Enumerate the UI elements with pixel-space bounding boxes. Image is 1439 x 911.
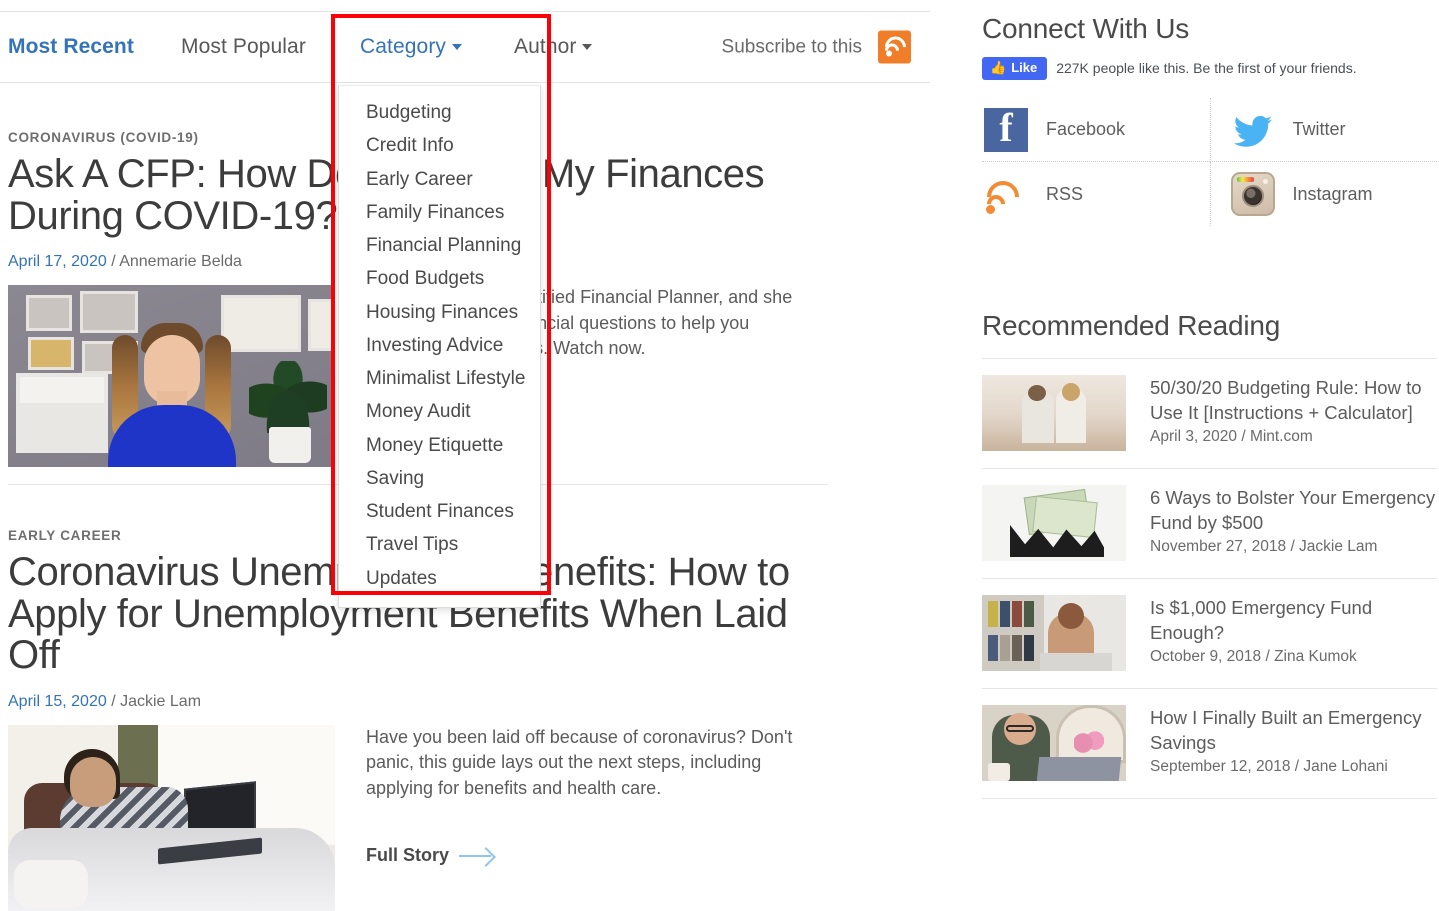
tab-category[interactable]: Category [360,35,463,59]
article-filter-nav: Most Recent Most Popular Category Author… [0,11,930,83]
subscribe-label: Subscribe to this [721,36,862,57]
recommended-headline[interactable]: 6 Ways to Bolster Your Emergency Fund by… [1150,486,1437,535]
category-dropdown-menu[interactable]: Budgeting Credit Info Early Career Famil… [338,85,541,608]
recommended-reading-title: Recommended Reading [982,310,1281,341]
social-link-rss[interactable]: RSS [980,162,1210,226]
social-label-facebook: Facebook [1046,119,1126,139]
recommended-headline[interactable]: Is $1,000 Emergency Fund Enough? [1150,596,1437,645]
full-story-label: Full Story [366,845,450,866]
article-thumbnail[interactable] [8,285,335,468]
facebook-icon [984,104,1028,152]
recommended-meta: October 9, 2018 / Zina Kumok [1150,648,1357,666]
menu-item-travel-tips[interactable]: Travel Tips [339,528,540,561]
tab-most-recent[interactable]: Most Recent [8,35,134,59]
menu-item-early-career[interactable]: Early Career [339,163,540,196]
menu-item-updates[interactable]: Updates [339,562,540,595]
recommended-meta: April 3, 2020 / Mint.com [1150,428,1313,446]
recommended-thumbnail [982,705,1126,781]
article-date[interactable]: April 15, 2020 [8,693,107,710]
article-date[interactable]: April 17, 2020 [8,253,107,270]
facebook-like-count-text: 227K people like this. Be the first of y… [1056,60,1357,77]
rss-icon [980,172,1028,220]
tab-category-label: Category [360,35,447,58]
recommended-headline[interactable]: 50/30/20 Budgeting Rule: How to Use It [… [1150,376,1437,425]
tab-most-recent-label: Most Recent [8,35,134,58]
right-sidebar: Connect With Us 👍 Like 227K people like … [980,0,1439,911]
article-byline: April 15, 2020 / Jackie Lam [8,693,828,711]
article-author[interactable]: Annemarie Belda [119,253,242,270]
facebook-like-button[interactable]: 👍 Like [982,57,1048,80]
list-item[interactable]: 6 Ways to Bolster Your Emergency Fund by… [982,468,1437,578]
chevron-down-icon [582,44,593,50]
menu-item-food-budgets[interactable]: Food Budgets [339,262,540,295]
recommended-thumbnail [982,595,1126,671]
article-author[interactable]: Jackie Lam [120,693,201,710]
recommended-reading-list: 50/30/20 Budgeting Rule: How to Use It [… [982,358,1437,799]
tab-author-label: Author [514,35,577,58]
social-link-instagram[interactable]: Instagram [1209,162,1438,226]
menu-item-budgeting[interactable]: Budgeting [339,96,540,129]
recommended-meta: September 12, 2018 / Jane Lohani [1150,758,1388,776]
menu-item-housing-finances[interactable]: Housing Finances [339,296,540,329]
article-image [8,285,335,468]
menu-item-financial-planning[interactable]: Financial Planning [339,229,540,262]
facebook-like-label: Like [1011,60,1038,75]
byline-separator: / [111,253,116,271]
arrow-right-icon [459,848,493,864]
tab-most-popular[interactable]: Most Popular [181,35,306,59]
social-label-rss: RSS [1046,183,1084,204]
main-content-column: Most Recent Most Popular Category Author… [0,0,930,911]
recommended-meta: November 27, 2018 / Jackie Lam [1150,538,1378,556]
menu-item-family-finances[interactable]: Family Finances [339,196,540,229]
article-thumbnail[interactable] [8,724,335,911]
menu-item-student-finances[interactable]: Student Finances [339,495,540,528]
social-link-twitter[interactable]: Twitter [1209,98,1437,162]
instagram-icon [1230,172,1275,216]
menu-item-credit-info[interactable]: Credit Info [339,129,540,162]
menu-item-money-audit[interactable]: Money Audit [339,395,540,428]
twitter-icon [1231,108,1275,152]
tab-most-popular-label: Most Popular [181,35,306,58]
recommended-headline[interactable]: How I Finally Built an Emergency Savings [1150,706,1437,755]
social-label-instagram: Instagram [1292,183,1373,204]
article-excerpt: Have you been laid off because of corona… [366,726,793,798]
menu-item-saving[interactable]: Saving [339,462,540,495]
thumbs-up-icon: 👍 [990,60,1007,75]
menu-item-money-etiquette[interactable]: Money Etiquette [339,429,540,462]
chevron-down-icon [452,44,463,50]
social-link-facebook[interactable]: Facebook [982,98,1210,162]
social-label-twitter: Twitter [1292,119,1346,139]
recommended-thumbnail [982,485,1126,561]
rss-subscribe-icon[interactable] [878,30,911,64]
menu-item-investing-advice[interactable]: Investing Advice [339,329,540,362]
byline-separator: / [111,692,116,710]
connect-with-us-title: Connect With Us [982,13,1190,44]
article-image [8,724,335,911]
social-links-grid: Facebook Twitter RSS Instagram [980,98,1438,226]
list-item[interactable]: 50/30/20 Budgeting Rule: How to Use It [… [982,358,1437,468]
page-root: Most Recent Most Popular Category Author… [0,0,1439,911]
subscribe-group[interactable]: Subscribe to this [721,30,911,64]
facebook-like-widget: 👍 Like 227K people like this. Be the fir… [982,57,1357,80]
tab-author[interactable]: Author [514,35,593,59]
recommended-thumbnail [982,375,1126,451]
list-item[interactable]: How I Finally Built an Emergency Savings… [982,688,1437,799]
full-story-link[interactable]: Full Story [366,845,493,866]
list-item[interactable]: Is $1,000 Emergency Fund Enough? October… [982,578,1437,688]
menu-item-minimalist-lifestyle[interactable]: Minimalist Lifestyle [339,362,540,395]
